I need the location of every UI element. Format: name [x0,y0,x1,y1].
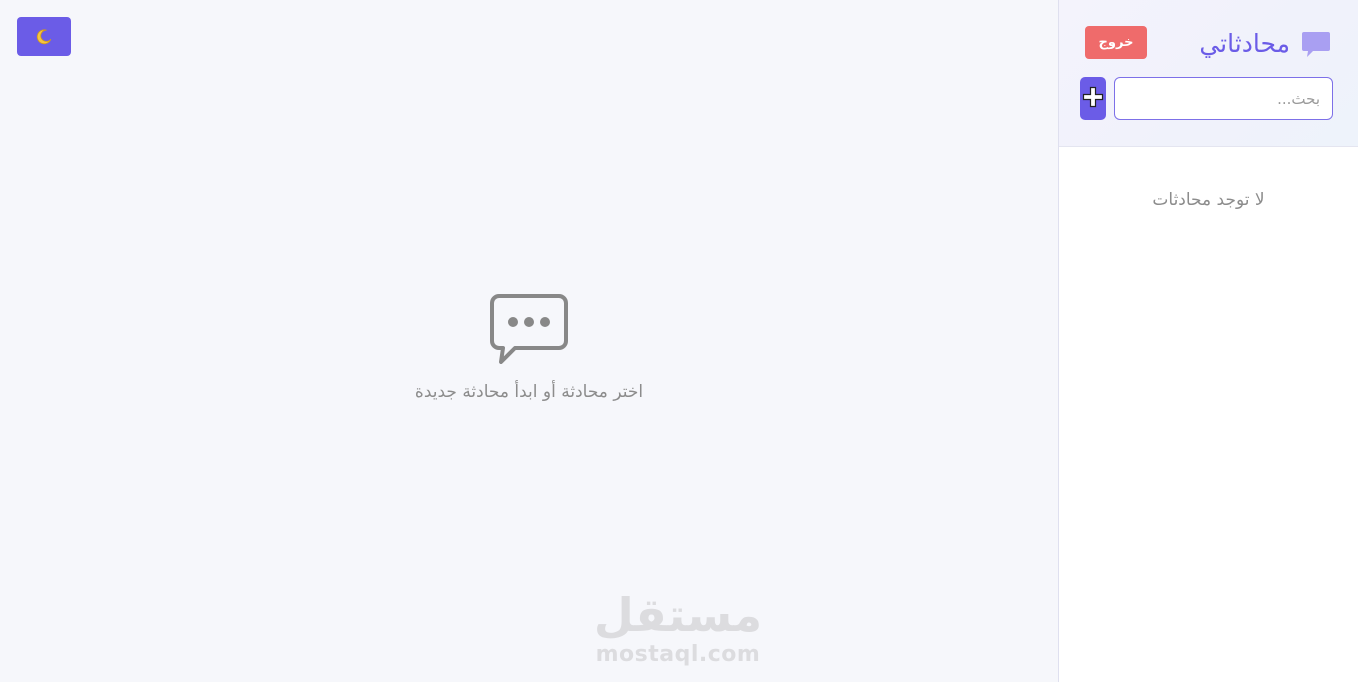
plus-icon [1082,86,1104,111]
sidebar-header: محادثاتي خروج [1059,0,1358,147]
search-input[interactable] [1114,77,1333,120]
chat-bubble-icon [0,292,1058,364]
watermark-latin: mostaql.com [595,642,761,667]
conversations-sidebar: محادثاتي خروج لا توجد محادثات [1058,0,1358,682]
app-title: محادثاتي [1199,29,1290,58]
no-conversations-text: لا توجد محادثات [1152,190,1265,210]
moon-icon [35,28,53,46]
empty-state: اختر محادثة أو ابدأ محادثة جديدة [0,292,1058,402]
logout-button[interactable]: خروج [1085,26,1147,59]
new-chat-button[interactable] [1080,77,1106,120]
watermark-arabic: مستقل [593,588,763,642]
mostaql-watermark: مستقل mostaql.com [578,588,778,668]
chat-main-area: اختر محادثة أو ابدأ محادثة جديدة مستقل m… [0,0,1058,682]
theme-toggle-button[interactable] [17,17,71,56]
chat-icon [1301,30,1331,62]
empty-state-text: اختر محادثة أو ابدأ محادثة جديدة [414,382,644,402]
